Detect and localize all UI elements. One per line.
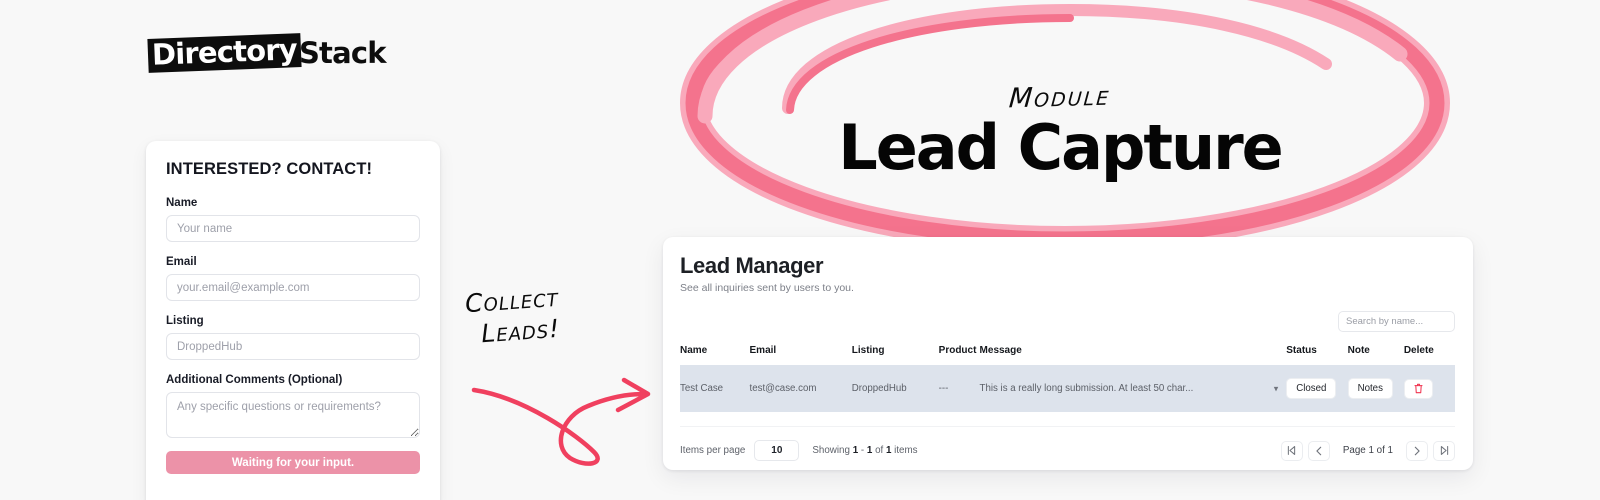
name-input[interactable]: [166, 215, 420, 242]
items-per-page-label: Items per page: [680, 445, 746, 456]
brand-logo-directory: Directory: [147, 32, 302, 74]
comments-textarea[interactable]: [166, 392, 420, 438]
name-field-label: Name: [166, 197, 198, 209]
delete-button[interactable]: [1403, 378, 1433, 399]
page-title: Lead Capture: [838, 111, 1283, 184]
previous-page-button[interactable]: [1307, 440, 1330, 461]
headline-block: Module Lead Capture: [700, 80, 1420, 184]
lead-manager-subtitle: See all inquiries sent by users to you.: [680, 282, 854, 294]
curved-arrow-icon: [471, 377, 651, 466]
search-row: [680, 311, 1455, 332]
table-row[interactable]: Test Case test@case.com DroppedHub --- T…: [680, 365, 1455, 412]
contact-form-card: INTERESTED? CONTACT! Name Email Listing …: [146, 141, 440, 500]
brand-logo[interactable]: Directory Stack: [147, 32, 387, 74]
showing-of: of: [875, 445, 884, 456]
listing-input[interactable]: [166, 333, 420, 360]
chevron-left-icon: [1316, 446, 1322, 455]
showing-prefix: Showing: [812, 445, 850, 456]
table-header-row: Name Email Listing Product Message Statu…: [680, 345, 1455, 365]
table-footer: Items per page Showing 1 - 1 of 1 items …: [680, 426, 1455, 461]
cell-delete: [1403, 365, 1455, 412]
column-header-message[interactable]: Message: [980, 345, 1287, 365]
showing-to: 1: [866, 445, 873, 456]
column-header-note[interactable]: Note: [1348, 345, 1404, 365]
last-page-icon: [1440, 446, 1448, 455]
cell-message-text: This is a really long submission. At lea…: [979, 383, 1194, 394]
showing-from: 1: [852, 445, 859, 456]
page-indicator: Page 1 of 1: [1342, 445, 1393, 456]
chevron-right-icon: [1414, 446, 1420, 455]
contact-form-title: INTERESTED? CONTACT!: [166, 160, 373, 178]
collect-leads-doodle: Collect Leads!: [464, 282, 666, 467]
first-page-button[interactable]: [1280, 440, 1303, 461]
email-field-label: Email: [166, 256, 197, 268]
next-page-button[interactable]: [1406, 440, 1428, 461]
cell-email: test@case.com: [749, 365, 852, 412]
leads-table: Name Email Listing Product Message Statu…: [680, 345, 1455, 412]
submit-button[interactable]: Waiting for your input.: [166, 451, 420, 474]
column-header-delete[interactable]: Delete: [1404, 345, 1455, 365]
brand-logo-stack: Stack: [298, 35, 387, 70]
search-input[interactable]: [1338, 311, 1455, 332]
items-per-page-input[interactable]: [754, 440, 800, 461]
first-page-icon: [1288, 446, 1296, 455]
collect-leads-text: Collect Leads!: [464, 276, 648, 351]
headline-eyebrow: Module: [1008, 80, 1112, 115]
showing-total: 1: [885, 445, 892, 456]
cell-note: Notes: [1347, 365, 1404, 412]
last-page-button[interactable]: [1433, 440, 1455, 461]
headline-eyebrow-wrap: Module: [700, 80, 1420, 115]
pagination-controls: Page 1 of 1: [1280, 440, 1455, 461]
column-header-name[interactable]: Name: [680, 345, 750, 365]
chevron-down-icon[interactable]: ▾: [1274, 384, 1279, 393]
notes-button[interactable]: Notes: [1347, 378, 1393, 399]
cell-product: ---: [938, 365, 980, 412]
status-badge[interactable]: Closed: [1286, 378, 1337, 399]
column-header-product[interactable]: Product: [939, 345, 980, 365]
column-header-email[interactable]: Email: [750, 345, 852, 365]
lead-manager-card: Lead Manager See all inquiries sent by u…: [663, 237, 1473, 470]
listing-field-label: Listing: [166, 315, 204, 327]
cell-status: Closed: [1286, 365, 1348, 412]
cell-message[interactable]: This is a really long submission. At lea…: [979, 365, 1287, 412]
cell-listing: DroppedHub: [851, 365, 939, 412]
comments-field-label: Additional Comments (Optional): [166, 374, 343, 386]
showing-suffix: items: [894, 445, 918, 456]
email-input[interactable]: [166, 274, 420, 301]
lead-manager-title: Lead Manager: [680, 253, 824, 278]
showing-text: Showing 1 - 1 of 1 items: [812, 445, 917, 456]
trash-icon: [1414, 383, 1423, 394]
column-header-status[interactable]: Status: [1286, 345, 1347, 365]
showing-dash: -: [860, 445, 865, 456]
cell-name: Test Case: [680, 365, 750, 412]
column-header-listing[interactable]: Listing: [852, 345, 939, 365]
